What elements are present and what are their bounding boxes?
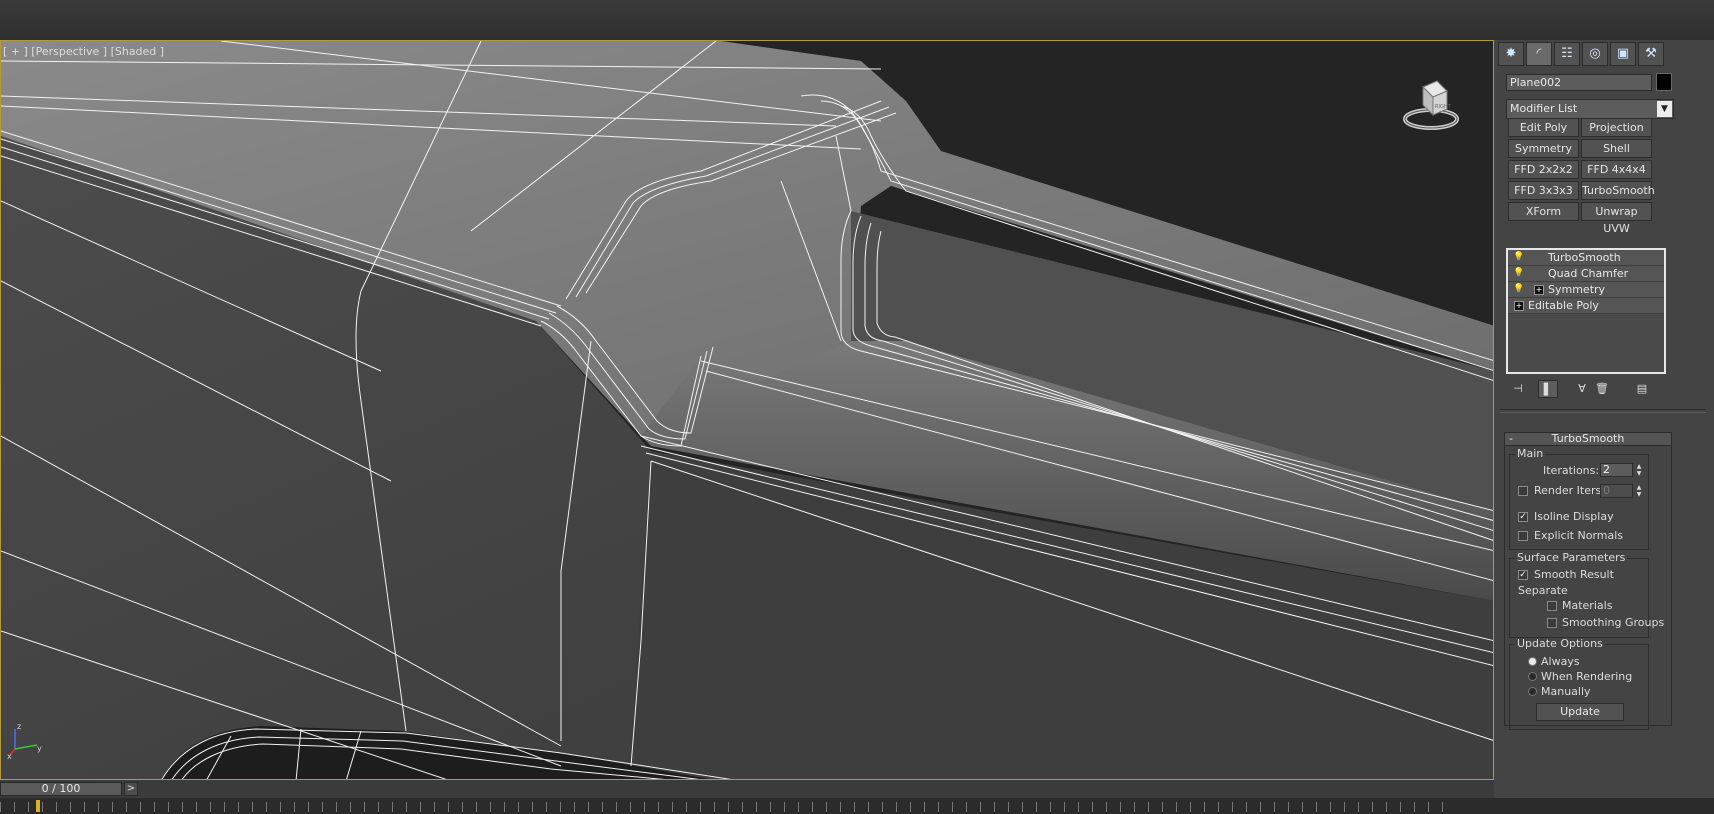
when-rendering-label: When Rendering: [1541, 670, 1633, 683]
command-panel: ✸ ◜ ☷ ◎ ▣ ⚒ Plane002 Modifier List ▼ Edi…: [1496, 40, 1714, 798]
expand-plus-icon[interactable]: +: [1514, 301, 1524, 311]
iterations-label: Iterations:: [1543, 464, 1600, 477]
group-title: Main: [1515, 447, 1546, 460]
main-group: Main Iterations: 2 ▲ ▼ Render Iters: 0 ▲ ▼…: [1509, 448, 1649, 550]
turbosmooth-rollout-header[interactable]: - TurboSmooth: [1504, 432, 1672, 446]
render-iters-checkbox[interactable]: [1518, 486, 1528, 496]
group-title: Surface Parameters: [1515, 551, 1628, 564]
time-slider[interactable]: 0 / 100: [0, 782, 122, 796]
hierarchy-tab-icon[interactable]: ☷: [1554, 42, 1580, 66]
stack-item-turbosmooth[interactable]: 💡 TurboSmooth: [1508, 250, 1664, 266]
create-tab-icon[interactable]: ✸: [1498, 42, 1524, 66]
lightbulb-icon[interactable]: 💡: [1513, 252, 1524, 262]
surface-parameters-group: Surface Parameters ✓ Smooth Result Separ…: [1509, 552, 1664, 638]
materials-label: Materials: [1562, 599, 1613, 612]
modifier-button[interactable]: Edit Poly: [1508, 118, 1579, 137]
wireframe-model[interactable]: [1, 41, 1494, 780]
stack-toolbar: ⊣ ▌ ∀ 🗑 ▤: [1506, 380, 1674, 400]
pin-stack-icon[interactable]: ⊣: [1508, 380, 1528, 398]
utilities-tab-icon[interactable]: ⚒: [1638, 42, 1664, 66]
top-toolbar-area: [0, 0, 1714, 40]
motion-tab-icon[interactable]: ◎: [1582, 42, 1608, 66]
trackbar[interactable]: [0, 798, 1714, 814]
stack-item-editable-poly[interactable]: + Editable Poly: [1508, 298, 1664, 314]
modifier-list-label: Modifier List: [1510, 102, 1578, 115]
svg-text:y: y: [37, 744, 42, 753]
display-tab-icon[interactable]: ▣: [1610, 42, 1636, 66]
axis-tripod: z x y: [7, 721, 47, 764]
manually-radio[interactable]: [1528, 687, 1537, 696]
configure-sets-icon[interactable]: ▤: [1632, 380, 1652, 398]
explicit-normals-checkbox[interactable]: [1518, 531, 1528, 541]
turbosmooth-rollout: Main Iterations: 2 ▲ ▼ Render Iters: 0 ▲ ▼…: [1504, 446, 1672, 730]
isoline-display-checkbox[interactable]: ✓: [1518, 512, 1528, 522]
expand-plus-icon[interactable]: +: [1534, 285, 1544, 295]
modifier-button[interactable]: FFD 3x3x3: [1508, 181, 1579, 200]
always-label: Always: [1541, 655, 1580, 668]
stack-item-label: Symmetry: [1548, 283, 1606, 296]
modifier-button[interactable]: Shell: [1581, 139, 1652, 158]
time-marker: [36, 800, 40, 812]
iterations-spinner[interactable]: 2: [1600, 463, 1633, 477]
collapse-minus-icon[interactable]: -: [1509, 433, 1513, 445]
always-radio[interactable]: [1528, 657, 1537, 666]
spinner-arrows-icon[interactable]: ▲ ▼: [1634, 484, 1644, 498]
render-iters-label: Render Iters:: [1534, 484, 1605, 497]
modifier-button[interactable]: FFD 4x4x4: [1581, 160, 1652, 179]
trackbar-ticks: [0, 802, 1450, 812]
modifier-button[interactable]: Projection: [1581, 118, 1652, 137]
viewport-label[interactable]: [ + ] [Perspective ] [Shaded ]: [3, 45, 164, 58]
render-iters-spinner[interactable]: 0: [1600, 484, 1633, 498]
next-frame-button[interactable]: >: [124, 782, 138, 796]
svg-text:z: z: [17, 722, 21, 731]
stack-item-label: Editable Poly: [1528, 299, 1599, 312]
stack-item-label: Quad Chamfer: [1548, 267, 1629, 280]
stack-item-symmetry[interactable]: 💡 + Symmetry: [1508, 282, 1664, 298]
separate-label: Separate: [1518, 584, 1568, 597]
group-title: Update Options: [1515, 637, 1605, 650]
viewcube[interactable]: RIGHT: [1401, 73, 1461, 136]
dropdown-arrow-icon[interactable]: ▼: [1657, 101, 1672, 117]
lightbulb-icon[interactable]: 💡: [1513, 268, 1524, 278]
spinner-arrows-icon[interactable]: ▲ ▼: [1634, 463, 1644, 477]
update-options-group: Update Options Always When Rendering Man…: [1509, 638, 1649, 730]
modifier-button[interactable]: XForm: [1508, 202, 1579, 221]
modifier-stack: 💡 TurboSmooth 💡 Quad Chamfer 💡 + Symmetr…: [1506, 248, 1666, 374]
make-unique-icon[interactable]: ∀: [1572, 380, 1592, 398]
time-slider-bar: 0 / 100 >: [0, 780, 1494, 798]
modifier-button[interactable]: TurboSmooth: [1581, 181, 1655, 200]
viewcube-face-label: RIGHT: [1435, 104, 1452, 110]
smooth-result-checkbox[interactable]: ✓: [1518, 570, 1528, 580]
modifier-list-dropdown[interactable]: Modifier List ▼: [1506, 99, 1674, 119]
modifier-button[interactable]: FFD 2x2x2: [1508, 160, 1579, 179]
materials-checkbox[interactable]: [1547, 601, 1557, 611]
remove-modifier-icon[interactable]: 🗑: [1592, 380, 1612, 398]
lightbulb-icon[interactable]: 💡: [1513, 284, 1524, 294]
rollout-title: TurboSmooth: [1551, 432, 1625, 445]
object-color-swatch[interactable]: [1656, 73, 1672, 91]
stack-item-quad-chamfer[interactable]: 💡 Quad Chamfer: [1508, 266, 1664, 282]
svg-text:x: x: [7, 752, 12, 761]
smoothing-groups-checkbox[interactable]: [1547, 618, 1557, 628]
divider: [1500, 409, 1706, 413]
smoothing-groups-label: Smoothing Groups: [1562, 616, 1665, 629]
object-name-field[interactable]: Plane002: [1506, 74, 1652, 91]
smooth-result-label: Smooth Result: [1534, 568, 1614, 581]
modifier-button[interactable]: Symmetry: [1508, 139, 1579, 158]
update-button[interactable]: Update: [1536, 703, 1624, 721]
manually-label: Manually: [1541, 685, 1591, 698]
modifier-button[interactable]: Unwrap UVW: [1581, 202, 1652, 235]
perspective-viewport[interactable]: [ + ] [Perspective ] [Shaded ] RIGHT z x…: [0, 40, 1494, 780]
when-rendering-radio[interactable]: [1528, 672, 1537, 681]
modify-tab-icon[interactable]: ◜: [1526, 42, 1552, 66]
stack-item-label: TurboSmooth: [1548, 251, 1621, 264]
explicit-normals-label: Explicit Normals: [1534, 529, 1623, 542]
show-end-result-icon[interactable]: ▌: [1538, 380, 1558, 398]
isoline-display-label: Isoline Display: [1534, 510, 1614, 523]
